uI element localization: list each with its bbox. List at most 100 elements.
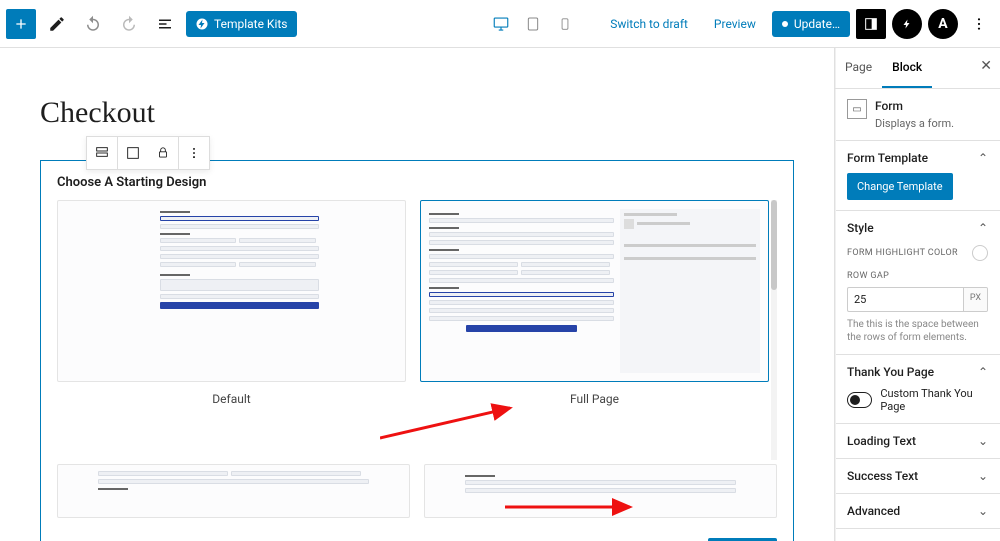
dirty-dot-icon [782,21,788,27]
chevron-down-icon: ⌄ [978,504,988,518]
panel-heading[interactable]: Thank You Page [847,365,934,379]
form-block-icon: ▭ [847,99,867,119]
panel-success-text[interactable]: Success Text ⌄ [835,459,1000,494]
highlight-color-swatch[interactable] [972,245,988,261]
design-thumb-partial [57,464,410,518]
toggle-label: Custom Thank You Page [880,387,988,413]
rowgap-value[interactable]: 25 [848,288,963,311]
template-kits-button[interactable]: Template Kits [186,11,297,37]
chooser-footer: Next [41,528,793,541]
design-label: Full Page [570,392,619,406]
outline-icon [125,145,141,161]
designs-scrollbar[interactable] [771,200,777,460]
panel-loading-text[interactable]: Loading Text ⌄ [835,424,1000,459]
kebab-icon [187,146,201,160]
redo-icon [120,15,138,33]
design-thumb-default [57,200,406,382]
form-block-icon [94,145,110,161]
block-outline-button[interactable] [118,137,148,169]
settings-sidebar-toggle[interactable] [856,9,886,39]
panel-heading: Success Text [847,469,918,483]
scrollbar-thumb[interactable] [771,200,777,290]
settings-sidebar: Page Block ✕ ▭ Form Displays a form. For… [834,48,1000,541]
panel-heading[interactable]: Style [847,221,874,235]
editor-canvas[interactable]: Checkout Choose A Starting Design [0,48,834,541]
topbar-right: Switch to draft Preview Update… A [488,9,994,39]
plugin-badge-a[interactable]: A [928,9,958,39]
document-overview-button[interactable] [150,9,180,39]
design-thumb-partial [424,464,777,518]
panel-heading[interactable]: Form Template [847,151,928,165]
page-title[interactable]: Checkout [40,96,794,130]
change-template-button[interactable]: Change Template [847,173,953,200]
design-chooser: Choose A Starting Design [41,161,793,528]
tab-page[interactable]: Page [835,48,882,88]
sidebar-tabs: Page Block ✕ [835,48,1000,89]
lock-icon [156,146,170,160]
rowgap-help: The this is the space between the rows o… [847,318,988,344]
block-more-button[interactable] [179,137,209,169]
device-mobile-button[interactable] [552,11,578,37]
block-name: Form [875,99,954,113]
topbar-left: Template Kits [6,9,297,39]
panel-form-template: Form Template ⌃ Change Template [835,141,1000,211]
mobile-icon [558,17,572,31]
bolt-circle-icon [196,18,208,30]
design-thumb-fullpage [420,200,769,382]
preview-button[interactable]: Preview [704,11,766,37]
device-desktop-button[interactable] [488,11,514,37]
rowgap-unit[interactable]: PX [963,288,987,311]
bolt-icon [901,18,913,30]
pencil-icon [48,15,66,33]
sidebar-close-button[interactable]: ✕ [980,58,992,74]
panel-thank-you: Thank You Page ⌃ Custom Thank You Page [835,355,1000,424]
redo-button[interactable] [114,9,144,39]
tab-block[interactable]: Block [882,48,932,88]
update-button[interactable]: Update… [772,11,850,37]
undo-icon [84,15,102,33]
rowgap-input[interactable]: 25 PX [847,287,988,312]
workspace: Checkout Choose A Starting Design [0,48,1000,541]
design-label: Default [212,392,250,406]
undo-button[interactable] [78,9,108,39]
highlight-color-label: FORM HIGHLIGHT COLOR [847,248,958,258]
custom-thankyou-toggle[interactable] [847,392,872,408]
block-desc: Displays a form. [875,117,954,130]
block-inserter-button[interactable] [6,9,36,39]
chevron-up-icon[interactable]: ⌃ [978,365,988,379]
panel-heading: Advanced [847,504,900,518]
design-option-default[interactable]: Default [57,200,406,460]
more-options-button[interactable] [964,9,994,39]
edit-tool-button[interactable] [42,9,72,39]
template-kits-label: Template Kits [214,17,287,31]
plus-icon [13,16,29,32]
update-label: Update… [794,17,840,31]
panel-heading: Loading Text [847,434,916,448]
block-info-panel: ▭ Form Displays a form. [835,89,1000,141]
switch-to-draft-button[interactable]: Switch to draft [600,11,698,37]
tablet-icon [525,16,541,32]
form-block-selected[interactable]: Choose A Starting Design [40,160,794,541]
chooser-heading: Choose A Starting Design [57,175,777,190]
panel-advanced[interactable]: Advanced ⌄ [835,494,1000,529]
block-toolbar [86,136,210,170]
panel-style: Style ⌃ FORM HIGHLIGHT COLOR ROW GAP 25 … [835,211,1000,355]
design-option-fullpage[interactable]: Full Page [420,200,769,460]
block-lock-button[interactable] [148,137,178,169]
design-option-partial-2[interactable] [424,464,777,518]
rowgap-label: ROW GAP [847,271,988,281]
editor-topbar: Template Kits Switch to draft Preview Up… [0,0,1000,48]
kebab-icon [971,16,987,32]
settings-panel-icon [863,16,879,32]
design-grid: Default [57,200,777,460]
list-view-icon [156,15,174,33]
device-tablet-button[interactable] [520,11,546,37]
chevron-up-icon[interactable]: ⌃ [978,221,988,235]
desktop-icon [492,15,510,33]
design-option-partial-1[interactable] [57,464,410,518]
chevron-down-icon: ⌄ [978,469,988,483]
chevron-up-icon[interactable]: ⌃ [978,151,988,165]
plugin-badge-bolt[interactable] [892,9,922,39]
block-type-button[interactable] [87,137,117,169]
chevron-down-icon: ⌄ [978,434,988,448]
